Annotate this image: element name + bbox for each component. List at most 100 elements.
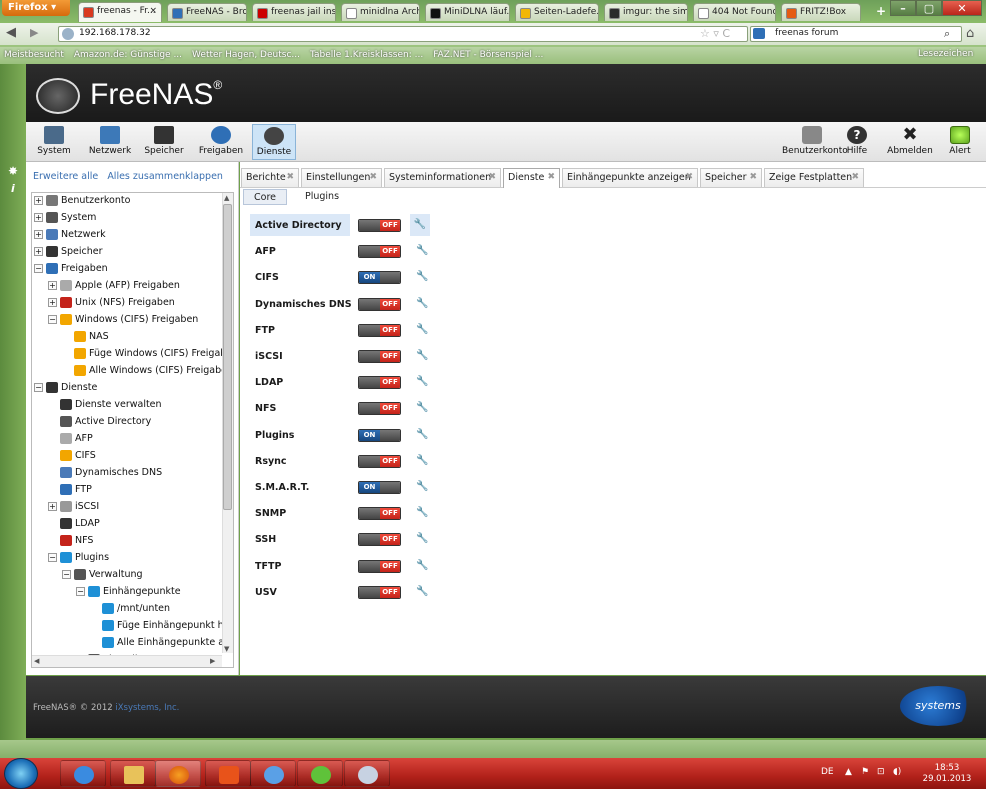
tree-horizontal-scrollbar[interactable]: [32, 655, 222, 667]
tree-node[interactable]: CIFS: [48, 448, 96, 464]
service-toggle[interactable]: OFF: [358, 402, 401, 416]
company-link[interactable]: iXsystems, Inc.: [115, 703, 179, 713]
taskbar-paint-button[interactable]: [344, 760, 390, 787]
tab-close-icon[interactable]: ✖: [286, 172, 294, 182]
toolbar-alert-button[interactable]: Alert: [945, 124, 975, 160]
tree-expander-icon[interactable]: +: [34, 213, 43, 222]
start-button[interactable]: [4, 758, 38, 789]
language-indicator[interactable]: DE: [821, 767, 834, 777]
service-toggle[interactable]: OFF: [358, 376, 401, 390]
tree-node[interactable]: Active Directory: [48, 414, 151, 430]
tree-expander-icon[interactable]: −: [34, 383, 43, 392]
tree-node[interactable]: FTP: [48, 482, 92, 498]
browser-tab[interactable]: Seiten-Ladefe...: [515, 3, 599, 21]
tree-node[interactable]: − Dienste: [34, 380, 97, 396]
search-input[interactable]: freenas forum: [750, 26, 962, 42]
tree-node[interactable]: + Benutzerkonto: [34, 193, 130, 209]
browser-tab[interactable]: freenas - Fr... ×: [78, 2, 162, 22]
tree-node[interactable]: Füge Windows (CIFS) Freigab: [62, 346, 226, 362]
browser-tab[interactable]: 404 Not Found: [693, 3, 776, 21]
bookmark-item[interactable]: Meistbesucht: [4, 50, 64, 60]
tree-node[interactable]: − Freigaben: [34, 261, 108, 277]
tree-node[interactable]: + iSCSI: [48, 499, 99, 515]
browser-tab[interactable]: MiniDLNA läuf...: [425, 3, 510, 21]
wrench-icon[interactable]: 🔧: [416, 351, 428, 361]
wrench-icon[interactable]: 🔧: [416, 324, 428, 335]
toolbar-dienste-button[interactable]: Dienste: [252, 124, 296, 160]
service-toggle[interactable]: ON: [358, 481, 401, 494]
taskbar-ie-button[interactable]: [60, 760, 106, 787]
expand-all-link[interactable]: Erweitere alle: [33, 171, 98, 182]
collapse-all-link[interactable]: Alles zusammenklappen: [107, 171, 223, 182]
tree-node[interactable]: − Einhängepunkte: [76, 584, 181, 600]
browser-tab[interactable]: freenas jail inst...: [252, 3, 336, 21]
tree-expander-icon[interactable]: +: [34, 230, 43, 239]
wrench-icon[interactable]: 🔧: [416, 560, 428, 571]
tree-node[interactable]: Dynamisches DNS: [48, 465, 162, 481]
tree-node[interactable]: NFS: [48, 533, 93, 549]
service-toggle[interactable]: OFF: [358, 245, 401, 259]
scroll-right-icon[interactable]: ▶: [210, 657, 215, 665]
wrench-icon[interactable]: 🔧: [416, 429, 428, 440]
scroll-down-icon[interactable]: ▼: [224, 645, 229, 653]
bookmark-item[interactable]: Amazon.de: Günstige ...: [74, 50, 182, 60]
tree-node[interactable]: + Apple (AFP) Freigaben: [48, 278, 180, 294]
toolbar-freigaben-button[interactable]: Freigaben: [196, 124, 246, 160]
tree-expander-icon[interactable]: +: [48, 281, 57, 290]
browser-tab[interactable]: imgur: the sim...: [604, 3, 688, 21]
taskbar-firefox-button[interactable]: [155, 760, 201, 787]
scroll-left-icon[interactable]: ◀: [34, 657, 39, 665]
panel-tab[interactable]: Berichte ✖: [241, 168, 299, 187]
service-toggle[interactable]: OFF: [358, 507, 401, 521]
wrench-icon[interactable]: 🔧: [416, 403, 428, 413]
wrench-icon[interactable]: 🔧: [416, 586, 428, 597]
wrench-icon[interactable]: 🔧: [416, 508, 428, 518]
wrench-icon[interactable]: 🔧: [416, 272, 428, 282]
tree-expander-icon[interactable]: +: [34, 247, 43, 256]
bookmark-item[interactable]: FAZ.NET - Börsenspiel ...: [433, 50, 543, 60]
back-icon[interactable]: ◀: [6, 25, 24, 43]
wrench-icon[interactable]: 🔧: [416, 246, 428, 256]
tab-close-icon[interactable]: ×: [149, 6, 157, 16]
tree-node[interactable]: /mnt/unten: [90, 601, 170, 617]
tree-expander-icon[interactable]: −: [48, 553, 57, 562]
search-engine-icon[interactable]: [753, 28, 765, 39]
tree-node[interactable]: Füge Einhängepunkt hi: [90, 618, 226, 634]
wrench-icon[interactable]: 🔧: [416, 377, 428, 387]
tree-node[interactable]: Alle Windows (CIFS) Freigabe: [62, 363, 227, 379]
service-toggle[interactable]: ON: [358, 428, 401, 442]
toolbar-netzwerk-button[interactable]: Netzwerk: [86, 124, 134, 160]
close-window-icon[interactable]: ✕: [942, 0, 982, 16]
action-center-icon[interactable]: ⚑: [861, 767, 869, 777]
wrench-icon[interactable]: 🔧: [416, 455, 428, 466]
sidebar-gear-icon[interactable]: ✸: [8, 164, 18, 178]
browser-tab[interactable]: FRITZ!Box: [781, 3, 861, 21]
tree-node[interactable]: LDAP: [48, 516, 100, 532]
service-toggle[interactable]: OFF: [358, 350, 401, 363]
panel-tab[interactable]: Zeige Festplatten ✖: [764, 168, 864, 187]
service-toggle[interactable]: OFF: [358, 585, 401, 599]
tree-node[interactable]: − Verwaltung: [62, 567, 143, 583]
tree-expander-icon[interactable]: −: [34, 264, 43, 273]
service-toggle[interactable]: OFF: [358, 323, 401, 337]
network-tray-icon[interactable]: ⊡: [877, 767, 885, 777]
toolbar-abmelden-button[interactable]: ✖ Abmelden: [885, 124, 935, 160]
panel-tab[interactable]: Systeminformationen ✖: [384, 168, 501, 187]
service-toggle[interactable]: OFF: [358, 454, 401, 468]
wrench-icon[interactable]: 🔧: [416, 298, 428, 309]
panel-tab[interactable]: Speicher ✖: [700, 168, 762, 187]
tree-expander-icon[interactable]: +: [34, 196, 43, 205]
tree-node[interactable]: + Speicher: [34, 244, 103, 260]
taskbar-explorer-button[interactable]: [110, 760, 156, 787]
tree-node[interactable]: − Plugins: [48, 550, 109, 566]
panel-tab[interactable]: Einstellungen ✖: [301, 168, 382, 187]
toolbar-system-button[interactable]: System: [33, 124, 75, 160]
panel-tab[interactable]: Dienste ✖: [503, 168, 560, 188]
tray-arrow-icon[interactable]: ▲: [845, 767, 852, 777]
subtab-plugins[interactable]: Plugins: [295, 189, 349, 205]
wrench-icon[interactable]: 🔧: [416, 534, 428, 544]
tab-close-icon[interactable]: ✖: [488, 172, 496, 182]
url-bar[interactable]: 192.168.178.32: [58, 26, 748, 42]
service-toggle[interactable]: OFF: [358, 533, 401, 547]
search-go-icon[interactable]: ⌕: [944, 27, 950, 41]
